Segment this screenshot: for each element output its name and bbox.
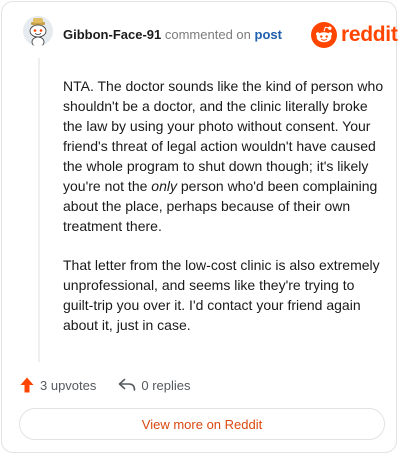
reddit-brand-link[interactable]: reddit bbox=[311, 22, 398, 48]
upvote-count: 3 upvotes bbox=[40, 377, 97, 393]
comment-embed-card: Gibbon-Face-91 commented on post reddit … bbox=[1, 1, 398, 453]
reply-arrow-icon[interactable] bbox=[118, 378, 136, 392]
thread-line bbox=[38, 58, 40, 362]
comment-paragraph-1: NTA. The doctor sounds like the kind of … bbox=[63, 76, 385, 236]
comment-header: Gibbon-Face-91 commented on post bbox=[63, 27, 282, 43]
paragraph-1-emphasis: only bbox=[151, 178, 177, 194]
comment-footer: 3 upvotes 0 replies bbox=[20, 374, 191, 396]
reddit-logo-icon bbox=[311, 22, 337, 48]
paragraph-1-text-start: NTA. The doctor sounds like the kind of … bbox=[63, 78, 384, 194]
reply-count: 0 replies bbox=[141, 377, 191, 393]
upvote-arrow-icon[interactable] bbox=[20, 377, 34, 393]
username-link[interactable]: Gibbon-Face-91 bbox=[63, 27, 161, 42]
comment-body: NTA. The doctor sounds like the kind of … bbox=[63, 76, 385, 354]
reddit-wordmark: reddit bbox=[341, 23, 398, 46]
user-avatar-icon[interactable] bbox=[23, 16, 53, 46]
comment-paragraph-2: That letter from the low-cost clinic is … bbox=[63, 257, 380, 333]
commented-on-text: commented on bbox=[164, 27, 251, 42]
view-more-button[interactable]: View more on Reddit bbox=[19, 408, 385, 440]
post-link[interactable]: post bbox=[255, 27, 282, 42]
